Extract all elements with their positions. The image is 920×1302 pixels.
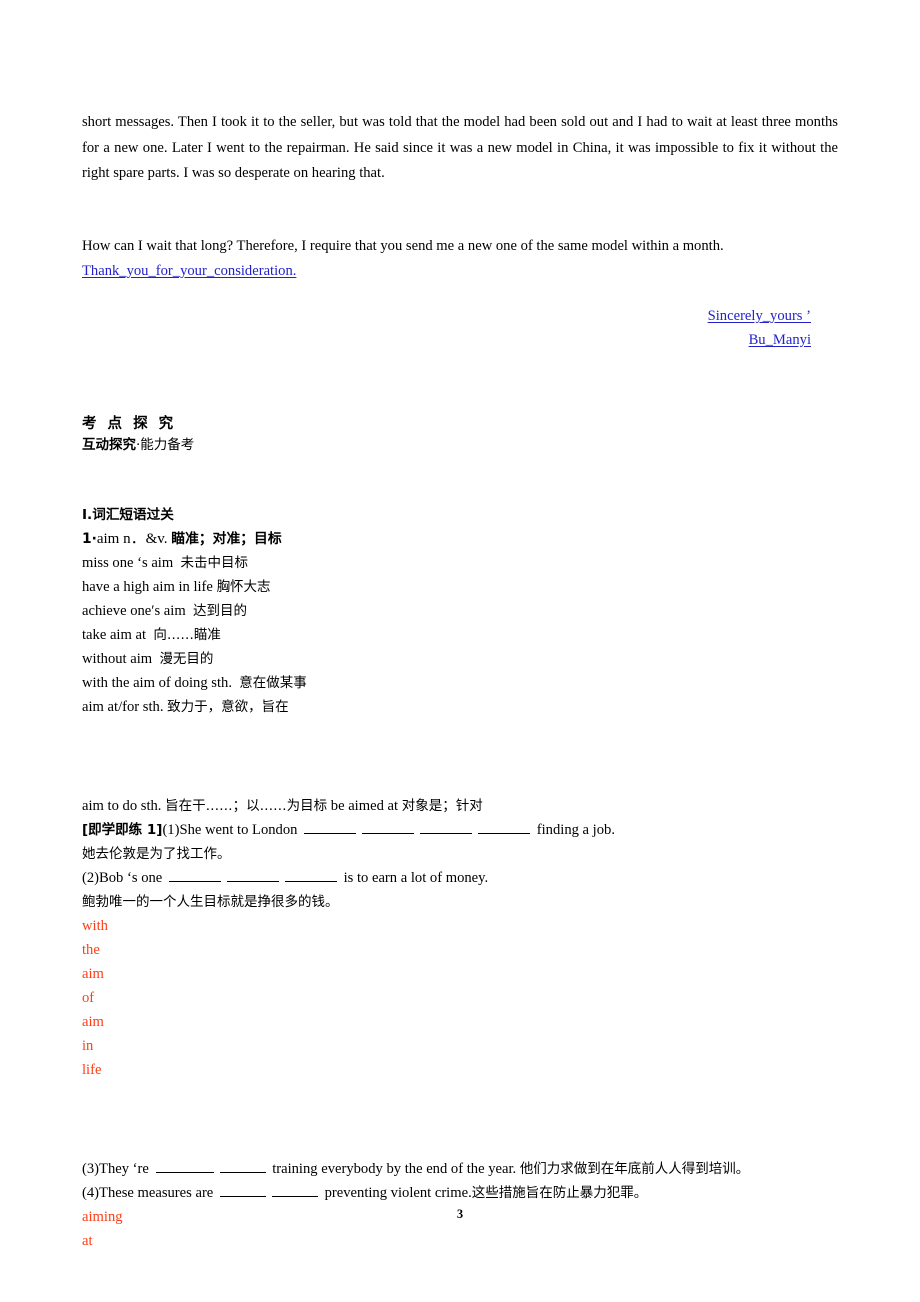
exercise-item-4: (4)These measures are preventing violent… — [82, 1181, 838, 1205]
phrase-en: take aim at — [82, 627, 147, 643]
item-number: (3) — [82, 1161, 100, 1177]
item-text-after: is to earn a lot of money. — [343, 870, 489, 886]
section-subtitle-regular: ·能力备考 — [136, 437, 195, 453]
vocab-entry-header: 1·aim n．&v. 瞄准；对准；目标 — [82, 527, 838, 551]
exercise-tag: [即学即练 1] — [82, 822, 163, 838]
answer-word: of — [82, 990, 95, 1006]
answer-word: aim — [82, 966, 104, 982]
answer-word: with — [82, 918, 108, 934]
signature-block: Sincerely_yours ’ Bu_Manyi — [82, 304, 838, 352]
answer-blank[interactable] — [168, 868, 221, 882]
exercise-translation-1: 她去伦敦是为了找工作。 — [82, 842, 838, 866]
phrase-item: without aim 漫无目的 — [82, 647, 838, 671]
signoff-line[interactable]: Sincerely_yours ’ — [82, 304, 838, 328]
exercise-item-1: [即学即练 1](1)She went to London finding a … — [82, 818, 838, 842]
phrase-en: aim at/for sth. — [82, 699, 164, 715]
closing-link[interactable]: Thank_you_for_your_consideration. — [82, 259, 838, 284]
answer-blank[interactable] — [284, 868, 337, 882]
phrase-item: miss one ‘s aim 未击中目标 — [82, 551, 838, 575]
vocab-heading: Ⅰ.词汇短语过关 — [82, 507, 174, 523]
phrase-en: achieve one′s aim — [82, 603, 186, 619]
item-number: (4) — [82, 1185, 100, 1201]
item-text-after: training everybody by the end of the yea… — [272, 1161, 517, 1177]
entry-number: 1· — [82, 531, 97, 547]
item-text-before: Bob ‘s one — [99, 870, 163, 886]
phrase-en: with the aim of doing sth. — [82, 675, 232, 691]
item-text-after: finding a job. — [536, 822, 615, 838]
answer-blank[interactable] — [219, 1183, 266, 1197]
answer-blank[interactable] — [362, 820, 415, 834]
translation-text: 她去伦敦是为了找工作。 — [82, 846, 231, 862]
answer-blank[interactable] — [304, 820, 357, 834]
page-content: short messages. Then I took it to the se… — [82, 110, 838, 1253]
translation-text: 鲍勃唯一的一个人生目标就是挣很多的钱。 — [82, 894, 339, 910]
phrase-en: without aim — [82, 651, 153, 667]
answer-word: life — [82, 1062, 102, 1078]
phrase-item: take aim at 向……瞄准 — [82, 623, 838, 647]
letter-paragraph-2: How can I wait that long? Therefore, I r… — [82, 237, 724, 254]
item-text-after: preventing violent crime. — [324, 1185, 472, 1201]
answer-blank[interactable] — [155, 1159, 214, 1173]
answer-list-1: with the aim of aim in life — [82, 914, 838, 1082]
phrase-item: with the aim of doing sth. 意在做某事 — [82, 671, 838, 695]
phrase-en-2: be aimed at — [330, 798, 399, 814]
phrase-item-extra: aim to do sth. 旨在干……；以……为目标 be aimed at … — [82, 794, 838, 818]
section-title: 考 点 探 究 — [82, 416, 177, 432]
answer-blank[interactable] — [226, 868, 279, 882]
entry-word: aim n．&v. — [96, 531, 168, 547]
exercise-translation-2: 鲍勃唯一的一个人生目标就是挣很多的钱。 — [82, 890, 838, 914]
phrase-cn: 胸怀大志 — [216, 579, 271, 595]
phrase-item: aim at/for sth. 致力于，意欲，旨在 — [82, 695, 838, 719]
page-number: 3 — [456, 1207, 464, 1221]
phrase-item: achieve one′s aim 达到目的 — [82, 599, 838, 623]
item-text-before: They ‘re — [99, 1161, 149, 1177]
phrase-cn-2: 对象是；针对 — [401, 798, 483, 814]
answer-blank[interactable] — [420, 820, 473, 834]
signature-name[interactable]: Bu_Manyi — [82, 328, 838, 352]
entry-meaning: 瞄准；对准；目标 — [171, 531, 282, 547]
phrase-item: have a high aim in life 胸怀大志 — [82, 575, 838, 599]
document-page: short messages. Then I took it to the se… — [0, 0, 920, 1302]
exercise-item-2: (2)Bob ‘s one is to earn a lot of money. — [82, 866, 838, 890]
section-subtitle: 互动探究·能力备考 — [82, 435, 838, 456]
answer-word: at — [82, 1233, 93, 1249]
item-number: (1) — [162, 822, 180, 838]
answer-blank[interactable] — [478, 820, 531, 834]
phrase-en: miss one ‘s aim — [82, 555, 174, 571]
phrase-en: have a high aim in life — [82, 579, 213, 595]
phrase-cn: 漫无目的 — [159, 651, 214, 667]
answer-blank[interactable] — [219, 1159, 266, 1173]
section-subtitle-bold: 互动探究 — [82, 437, 136, 453]
answer-word: the — [82, 942, 100, 958]
item-text-before: She went to London — [179, 822, 298, 838]
phrase-cn: 达到目的 — [192, 603, 247, 619]
phrase-cn: 意在做某事 — [239, 675, 307, 691]
phrase-cn: 旨在干……；以……为目标 — [165, 798, 328, 814]
exercise-item-3: (3)They ‘re training everybody by the en… — [82, 1157, 838, 1181]
phrase-en: aim to do sth. — [82, 798, 162, 814]
letter-paragraph-1: short messages. Then I took it to the se… — [82, 114, 838, 181]
translation-text: 他们力求做到在年底前人人得到培训。 — [519, 1161, 750, 1177]
phrase-list: miss one ‘s aim 未击中目标 have a high aim in… — [82, 551, 838, 719]
answer-word: in — [82, 1038, 94, 1054]
item-number: (2) — [82, 870, 100, 886]
phrase-cn: 致力于，意欲，旨在 — [167, 699, 289, 715]
phrase-cn: 未击中目标 — [180, 555, 249, 571]
item-text-before: These measures are — [99, 1185, 214, 1201]
answer-blank[interactable] — [271, 1183, 318, 1197]
answer-word: aim — [82, 1014, 104, 1030]
translation-text: 这些措施旨在防止暴力犯罪。 — [471, 1185, 648, 1201]
phrase-cn: 向……瞄准 — [153, 627, 221, 643]
